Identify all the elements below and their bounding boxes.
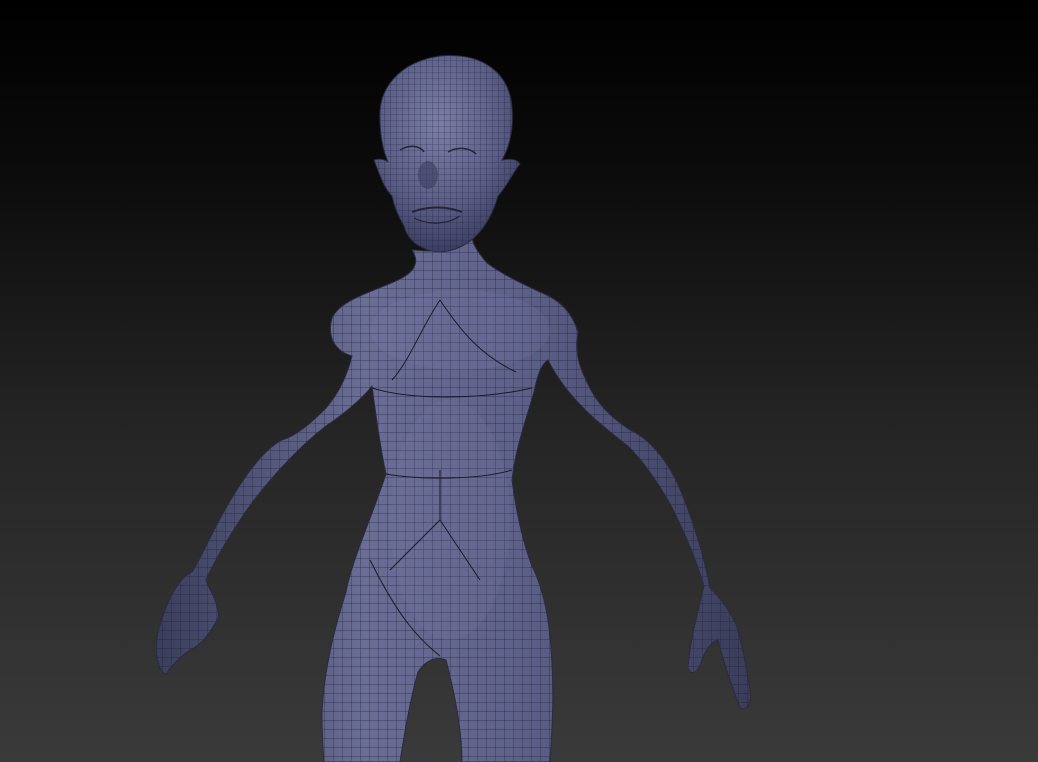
character-head-mesh[interactable] [370, 50, 530, 260]
3d-viewport[interactable] [0, 0, 1038, 762]
character-body-mesh[interactable] [150, 235, 770, 762]
viewport-canvas[interactable] [0, 0, 1038, 762]
